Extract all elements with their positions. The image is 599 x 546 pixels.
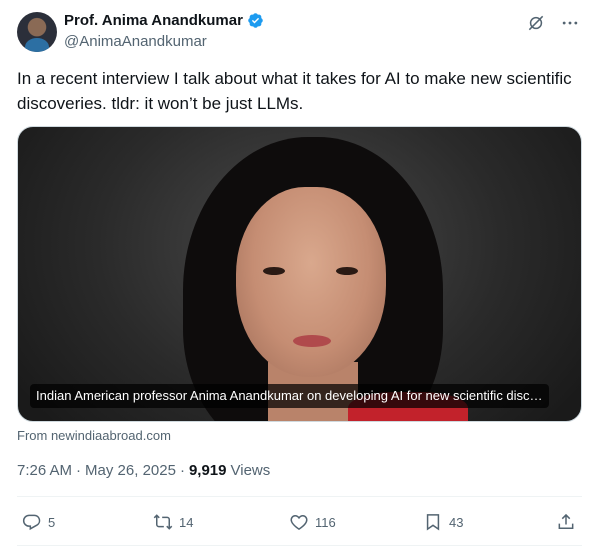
bookmark-button[interactable]: 43 [423, 512, 463, 532]
tweet-time[interactable]: 7:26 AM [17, 462, 72, 479]
repost-icon [153, 514, 173, 530]
divider [17, 496, 582, 497]
like-count: 116 [315, 514, 336, 530]
views-count: 9,919 [188, 462, 227, 479]
tweet-text: In a recent interview I talk about what … [17, 69, 572, 113]
top-actions [525, 12, 581, 34]
reply-icon [22, 514, 41, 531]
share-button[interactable] [556, 512, 576, 532]
views-label: Views [230, 462, 271, 479]
bookmark-icon [426, 514, 440, 531]
link-source[interactable]: From newindiaabroad.com [17, 428, 171, 443]
avatar[interactable] [17, 12, 57, 52]
action-bar: 5 14 116 43 [17, 509, 582, 535]
share-icon [558, 513, 574, 529]
reply-button[interactable]: 5 [22, 512, 55, 532]
verified-badge-icon [248, 13, 263, 28]
reply-count: 5 [48, 514, 56, 530]
more-icon[interactable] [559, 12, 581, 34]
author-handle[interactable]: @AnimaAnandkumar [64, 33, 207, 50]
heart-icon [290, 514, 308, 530]
repost-button[interactable]: 14 [153, 512, 193, 532]
meta-separator: · [179, 462, 185, 479]
bookmark-count: 43 [449, 514, 464, 530]
grok-icon[interactable] [525, 12, 547, 34]
author-name-row: Prof. Anima Anandkumar [64, 12, 264, 29]
media-caption[interactable]: Indian American professor Anima Anandkum… [30, 384, 549, 408]
tweet: Prof. Anima Anandkumar @AnimaAnandkumar … [0, 0, 599, 546]
author-display-name[interactable]: Prof. Anima Anandkumar [64, 12, 243, 29]
tweet-media-card[interactable]: Indian American professor Anima Anandkum… [17, 126, 582, 422]
tweet-metadata: 7:26 AM · May 26, 2025 · 9,919 Views [17, 462, 270, 479]
tweet-date[interactable]: May 26, 2025 [85, 462, 176, 479]
meta-separator: · [76, 462, 82, 479]
repost-count: 14 [179, 514, 194, 530]
like-button[interactable]: 116 [289, 512, 336, 532]
